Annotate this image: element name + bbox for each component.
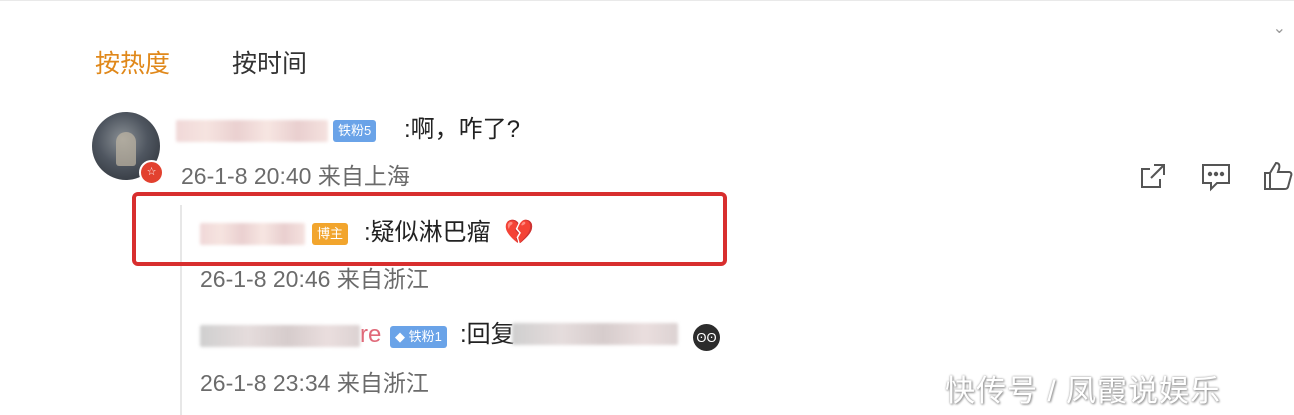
comment-meta: 26-1-8 20:40 来自上海 (181, 163, 410, 189)
like-icon[interactable] (1261, 159, 1294, 193)
diamond-icon: ◆ (395, 329, 409, 344)
reply-meta: 26-1-8 23:34 来自浙江 (200, 370, 429, 396)
tab-sort-time[interactable]: 按时间 (232, 44, 307, 80)
watermark: 快传号 / 凤霞说娱乐 (945, 375, 1222, 408)
comment-icon[interactable] (1199, 159, 1233, 193)
username-blurred[interactable] (176, 120, 328, 142)
broken-heart-icon: 💔 (504, 219, 534, 246)
reply-text: :回复 (460, 321, 515, 348)
fan-badge: 铁粉5 (333, 120, 377, 142)
reply-target-blurred (512, 323, 678, 345)
sort-tabs: 按热度 按时间 (95, 42, 369, 82)
blogger-badge: 博主 (312, 223, 349, 245)
reply-username-tail[interactable]: re (360, 320, 381, 350)
comment-text: :啊，咋了? (404, 116, 521, 143)
tab-sort-hot[interactable]: 按热度 (95, 44, 170, 80)
share-icon[interactable] (1136, 159, 1170, 193)
reply-username-blurred[interactable] (200, 325, 360, 347)
reply-meta: 26-1-8 20:46 来自浙江 (200, 266, 429, 292)
verified-icon: ☆ (139, 160, 164, 185)
reply-username-blurred[interactable] (200, 223, 305, 245)
divider (0, 0, 1294, 1)
fan-badge: ◆ 铁粉1 (390, 326, 447, 348)
corner-mark: ⌄ (1272, 20, 1286, 37)
crying-face-icon: ʘʘ (693, 324, 720, 351)
comment-section: ⌄ 按热度 按时间 ☆ 铁粉5 :啊，咋了? 26-1-8 20:40 来自上海 (0, 0, 1294, 415)
reply-text: :疑似淋巴瘤 (364, 219, 491, 246)
